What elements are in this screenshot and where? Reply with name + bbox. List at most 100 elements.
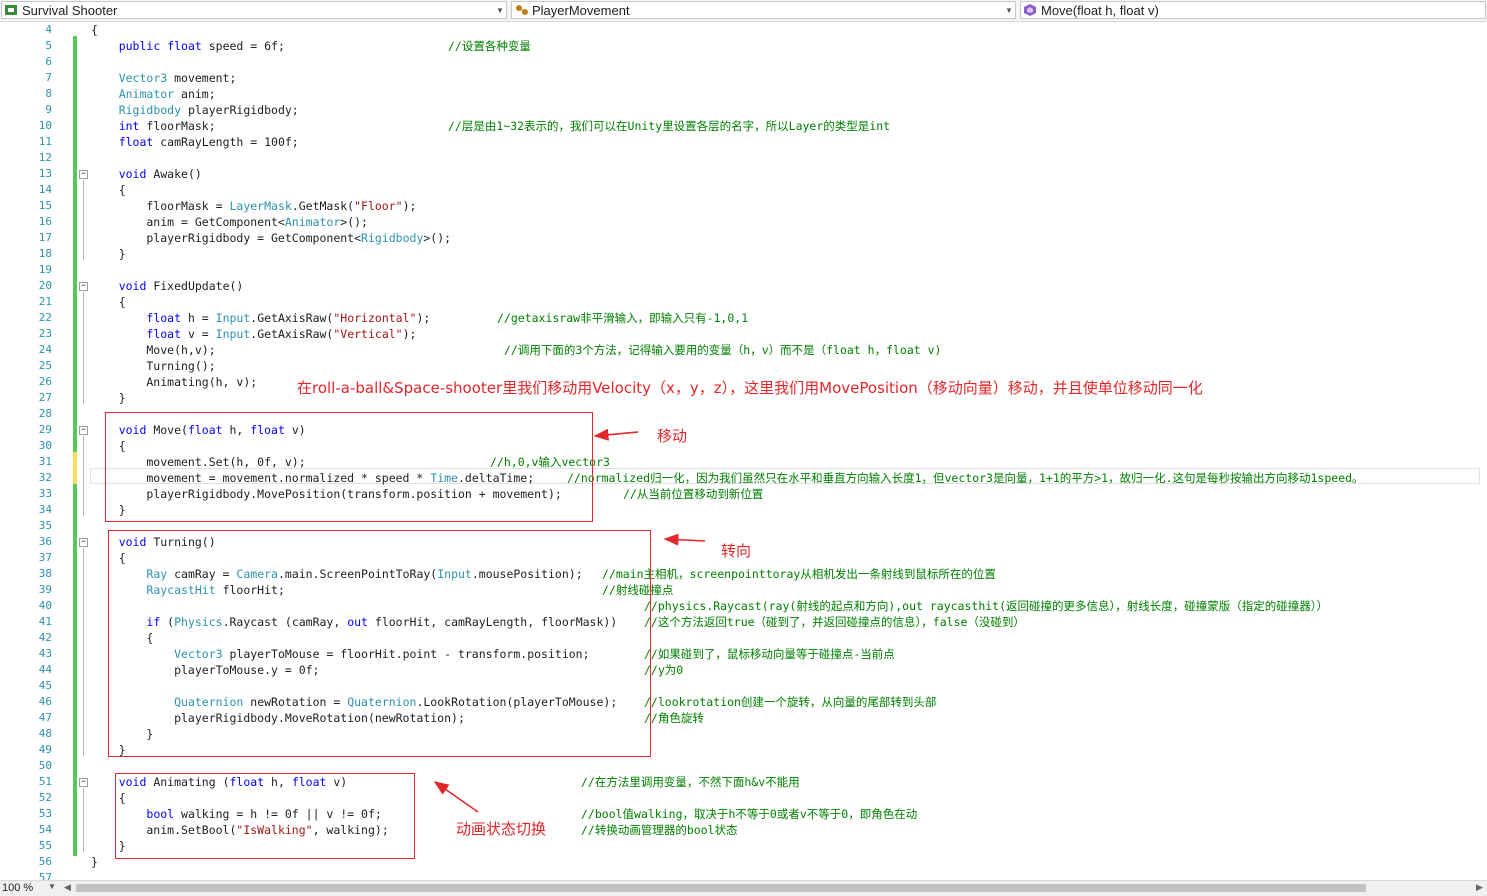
collapse-turning-toggle[interactable]: −: [79, 538, 88, 547]
code-line[interactable]: [91, 870, 1481, 880]
line-number: 24: [38, 343, 52, 356]
line-number: 28: [38, 407, 52, 420]
animating-label: 动画状态切换: [456, 820, 547, 838]
line-number: 34: [38, 503, 52, 516]
keyword-token: void: [118, 167, 147, 181]
type-token: Animator: [284, 215, 341, 229]
line-number: 46: [38, 695, 52, 708]
keyword-token: void: [118, 279, 147, 293]
line-number: 51: [38, 775, 52, 788]
code-line[interactable]: [91, 262, 1481, 278]
code-editor[interactable]: 4 5 6 7 8 9 10 11 12 13 14 15 16 17 18 19 20 21 22 23 24 25 26…: [0, 22, 1487, 880]
project-dropdown[interactable]: Survival Shooter ▼: [1, 1, 507, 19]
turning-label: 转向: [721, 542, 752, 560]
line-number: 10: [38, 119, 52, 132]
code-line[interactable]: [91, 150, 1481, 166]
line-number: 54: [38, 823, 52, 836]
code-line[interactable]: {: [91, 182, 1481, 198]
line-number: 15: [38, 199, 52, 212]
code-line[interactable]: Vector3 movement;: [91, 70, 1481, 86]
member-dropdown[interactable]: Move(float h, float v): [1020, 1, 1486, 19]
line-number: 7: [45, 71, 52, 84]
line-number: 35: [38, 519, 52, 532]
type-token: Rigidbody: [118, 103, 182, 117]
type-token: Rigidbody: [361, 231, 424, 245]
code-line[interactable]: void Awake(): [91, 166, 1481, 182]
code-token: );: [402, 327, 417, 341]
code-token: );: [416, 311, 431, 325]
code-line[interactable]: }: [91, 246, 1481, 262]
line-number: 41: [38, 615, 52, 628]
line-number: 52: [38, 791, 52, 804]
class-dropdown[interactable]: PlayerMovement ▼: [511, 1, 1016, 19]
code-token: {: [91, 23, 98, 37]
line-number: 31: [38, 455, 52, 468]
move-label: 移动: [657, 427, 688, 445]
code-line[interactable]: Animator anim;: [91, 86, 1481, 102]
line-number: 43: [38, 647, 52, 660]
chevron-down-icon[interactable]: ▼: [48, 882, 56, 891]
line-number: 21: [38, 295, 52, 308]
fold-guide: [83, 788, 84, 852]
unsaved-changes-marker: [73, 452, 77, 484]
line-number: 50: [38, 759, 52, 772]
collapse-animating-toggle[interactable]: −: [79, 778, 88, 787]
line-number: 48: [38, 727, 52, 740]
code-line[interactable]: float h = Input.GetAxisRaw("Horizontal")…: [91, 310, 1481, 326]
navigation-bar: Survival Shooter ▼ PlayerMovement ▼ Move…: [0, 0, 1487, 22]
line-number: 29: [38, 423, 52, 436]
code-line[interactable]: [91, 54, 1481, 70]
collapse-move-toggle[interactable]: −: [79, 426, 88, 435]
code-token: {: [91, 295, 126, 309]
string-token: "Horizontal": [333, 311, 417, 325]
code-token: playerRigidbody;: [181, 103, 299, 117]
code-token: FixedUpdate(): [146, 279, 244, 293]
code-line[interactable]: float camRayLength = 100f;: [91, 134, 1481, 150]
chevron-down-icon: ▼: [1005, 5, 1013, 15]
line-number: 38: [38, 567, 52, 580]
line-number: 32: [38, 471, 52, 484]
member-name: Move(float h, float v): [1041, 2, 1159, 18]
code-line[interactable]: playerRigidbody = GetComponent<Rigidbody…: [91, 230, 1481, 246]
code-token: .GetAxisRaw(: [250, 311, 334, 325]
type-token: Vector3: [118, 71, 168, 85]
collapse-awake-toggle[interactable]: −: [79, 170, 88, 179]
line-number: 45: [38, 679, 52, 692]
line-number: 33: [38, 487, 52, 500]
code-token: .GetMask(: [291, 199, 355, 213]
collapse-fixedupdate-toggle[interactable]: −: [79, 282, 88, 291]
code-line[interactable]: Turning();: [91, 358, 1481, 374]
code-comment: //角色旋转: [644, 711, 704, 725]
code-line[interactable]: floorMask = LayerMask.GetMask("Floor");: [91, 198, 1481, 214]
type-token: LayerMask: [229, 199, 292, 213]
line-number: 55: [38, 839, 52, 852]
code-line[interactable]: anim = GetComponent<Animator>();: [91, 214, 1481, 230]
code-line[interactable]: public float speed = 6f; //设置各种变量: [91, 38, 1481, 54]
line-number: 36: [38, 535, 52, 548]
keyword-token: float: [167, 39, 202, 53]
horizontal-scrollbar-thumb[interactable]: [76, 884, 1366, 892]
code-token: v =: [181, 327, 216, 341]
code-line[interactable]: Rigidbody playerRigidbody;: [91, 102, 1481, 118]
line-number: 26: [38, 375, 52, 388]
scroll-right-icon[interactable]: ▶: [1476, 882, 1483, 893]
scroll-left-icon[interactable]: ◀: [64, 882, 71, 893]
code-line[interactable]: float v = Input.GetAxisRaw("Vertical");: [91, 326, 1481, 342]
code-line[interactable]: int floorMask; //层是由1~32表示的，我们可以在Unity里设置…: [91, 118, 1481, 134]
code-comment: //physics.Raycast(ray(射线的起点和方向),out rayc…: [644, 599, 1329, 613]
code-line[interactable]: [91, 758, 1481, 774]
csharp-project-icon: [4, 3, 20, 17]
code-token: Turning();: [91, 359, 216, 373]
code-line[interactable]: void FixedUpdate(): [91, 278, 1481, 294]
code-comment: //调用下面的3个方法，记得输入要用的变量（h，v）而不是（float h，fl…: [504, 343, 942, 357]
code-token: floorMask =: [91, 199, 230, 213]
code-line[interactable]: {: [91, 22, 1481, 38]
code-line[interactable]: {: [91, 294, 1481, 310]
code-line[interactable]: Move(h,v); //调用下面的3个方法，记得输入要用的变量（h，v）而不是（…: [91, 342, 1481, 358]
code-token: anim = GetComponent<: [91, 215, 285, 229]
zoom-level[interactable]: 100 %: [2, 882, 33, 894]
code-comment: //从当前位置移动到新位置: [623, 487, 764, 501]
